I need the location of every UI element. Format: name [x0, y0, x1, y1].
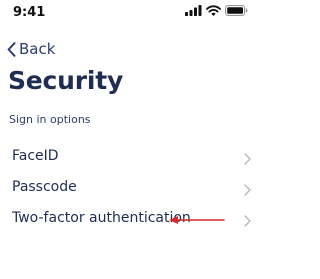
back-label: Back [19, 40, 56, 58]
option-two-factor[interactable]: Two-factor authentication [0, 204, 260, 234]
chevron-right-icon [244, 212, 251, 231]
wifi-icon [206, 1, 221, 20]
back-button[interactable]: Back [7, 40, 55, 58]
signal-icon [185, 1, 202, 20]
option-label: Two-factor authentication [12, 210, 191, 226]
chevron-right-icon [244, 150, 251, 169]
option-label: Passcode [12, 179, 77, 195]
status-bar: 9:41 [0, 0, 260, 26]
section-label: Sign in options [9, 113, 91, 126]
battery-icon [225, 1, 248, 20]
status-time: 9:41 [13, 5, 46, 20]
page-title: Security [8, 66, 124, 95]
chevron-left-icon [7, 41, 16, 57]
status-icons [185, 5, 248, 20]
option-label: FaceID [12, 148, 59, 164]
red-arrow-icon [168, 211, 226, 230]
option-passcode[interactable]: Passcode [0, 173, 260, 203]
chevron-right-icon [244, 181, 251, 200]
option-faceid[interactable]: FaceID [0, 142, 260, 172]
